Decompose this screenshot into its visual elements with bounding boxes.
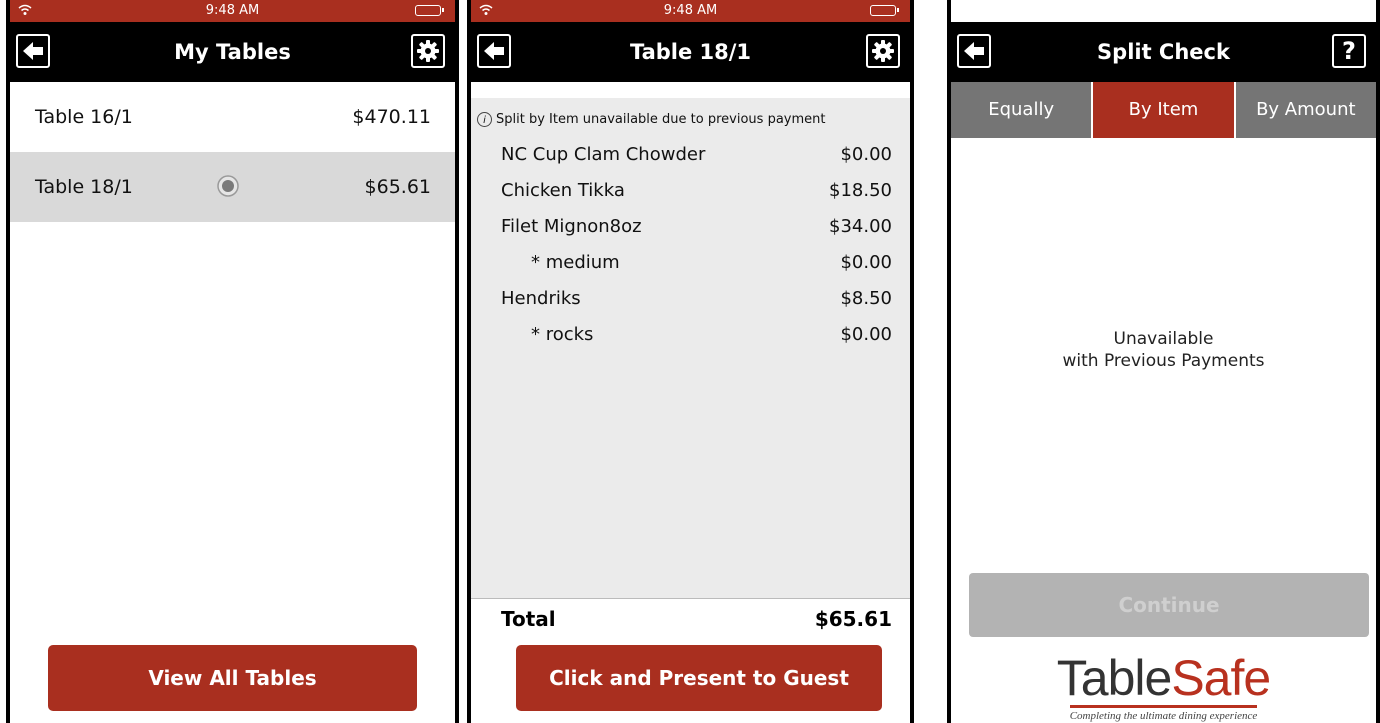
info-icon: i: [477, 112, 492, 127]
item-price: $0.00: [840, 324, 892, 345]
table-amount: $65.61: [364, 176, 431, 198]
tab-by-amount[interactable]: By Amount: [1235, 82, 1376, 138]
item-price: $8.50: [840, 288, 892, 309]
page-title: Table 18/1: [629, 40, 752, 64]
logo-part-2: Safe: [1171, 650, 1271, 706]
check-items-panel: i Split by Item unavailable due to previ…: [471, 98, 910, 598]
help-icon: ?: [1342, 37, 1356, 65]
split-tabs: Equally By Item By Amount: [951, 82, 1376, 138]
split-check-screen: Split Check ? Equally By Item By Amount …: [947, 0, 1380, 723]
battery-icon: [870, 5, 899, 16]
message-line-2: with Previous Payments: [1062, 351, 1265, 371]
item-price: $18.50: [829, 180, 892, 201]
header: Table 18/1: [471, 22, 910, 82]
header: Split Check ?: [951, 22, 1376, 82]
split-notice: i Split by Item unavailable due to previ…: [477, 112, 825, 127]
unavailable-message: Unavailable with Previous Payments: [951, 328, 1376, 372]
status-bar: 9:48 AM: [471, 0, 910, 22]
battery-icon: [415, 5, 444, 16]
item-label: Chicken Tikka: [501, 180, 625, 201]
status-time: 9:48 AM: [205, 3, 260, 18]
total-value: $65.61: [814, 607, 892, 631]
tab-equally[interactable]: Equally: [951, 82, 1094, 138]
list-item: NC Cup Clam Chowder $0.00: [501, 144, 892, 180]
total-label: Total: [501, 607, 556, 631]
continue-button[interactable]: Continue: [969, 573, 1369, 637]
item-label: * rocks: [531, 324, 594, 345]
gear-icon: [417, 40, 439, 62]
table-name: Table 16/1: [35, 106, 133, 128]
list-item-modifier: * medium $0.00: [501, 252, 892, 288]
header: My Tables: [10, 22, 455, 82]
message-line-1: Unavailable: [1113, 329, 1214, 349]
item-price: $0.00: [840, 144, 892, 165]
tab-by-item[interactable]: By Item: [1093, 82, 1236, 138]
status-time: 9:48 AM: [663, 3, 718, 18]
tables-list: Table 16/1 $470.11 Table 18/1 $65.61: [10, 82, 455, 222]
present-to-guest-button[interactable]: Click and Present to Guest: [516, 645, 882, 711]
help-button[interactable]: ?: [1332, 34, 1366, 68]
item-price: $0.00: [840, 252, 892, 273]
item-label: NC Cup Clam Chowder: [501, 144, 706, 165]
notice-text: Split by Item unavailable due to previou…: [496, 112, 826, 127]
item-label: Hendriks: [501, 288, 581, 309]
total-bar: Total $65.61: [471, 598, 910, 637]
status-bar: 9:48 AM: [10, 0, 455, 22]
table-name: Table 18/1: [35, 176, 133, 198]
table-amount: $470.11: [352, 106, 431, 128]
list-item: Hendriks $8.50: [501, 288, 892, 324]
list-item: Filet Mignon8oz $34.00: [501, 216, 892, 252]
item-label: * medium: [531, 252, 620, 273]
view-all-tables-button[interactable]: View All Tables: [48, 645, 417, 711]
settings-button[interactable]: [866, 34, 900, 68]
item-price: $34.00: [829, 216, 892, 237]
table-row[interactable]: Table 16/1 $470.11: [10, 82, 455, 152]
table-row-selected[interactable]: Table 18/1 $65.61: [10, 152, 455, 222]
list-item-modifier: * rocks $0.00: [501, 324, 892, 360]
item-label: Filet Mignon8oz: [501, 216, 642, 237]
list-item: Chicken Tikka $18.50: [501, 180, 892, 216]
my-tables-screen: 9:48 AM My Tables Table 16/1 $470.11 Tab…: [6, 0, 459, 723]
logo-wordmark: TableSafe: [951, 652, 1376, 704]
tablesafe-logo: TableSafe Completing the ultimate dining…: [951, 652, 1376, 723]
table-detail-screen: 9:48 AM Table 18/1 i Split by Item unava…: [467, 0, 914, 723]
logo-part-1: Table: [1056, 650, 1173, 706]
logo-tagline: Completing the ultimate dining experienc…: [1069, 705, 1258, 722]
payment-pending-icon: [217, 175, 239, 197]
settings-button[interactable]: [411, 34, 445, 68]
gear-icon: [872, 40, 894, 62]
page-title: Split Check: [1097, 40, 1230, 64]
page-title: My Tables: [174, 40, 291, 64]
